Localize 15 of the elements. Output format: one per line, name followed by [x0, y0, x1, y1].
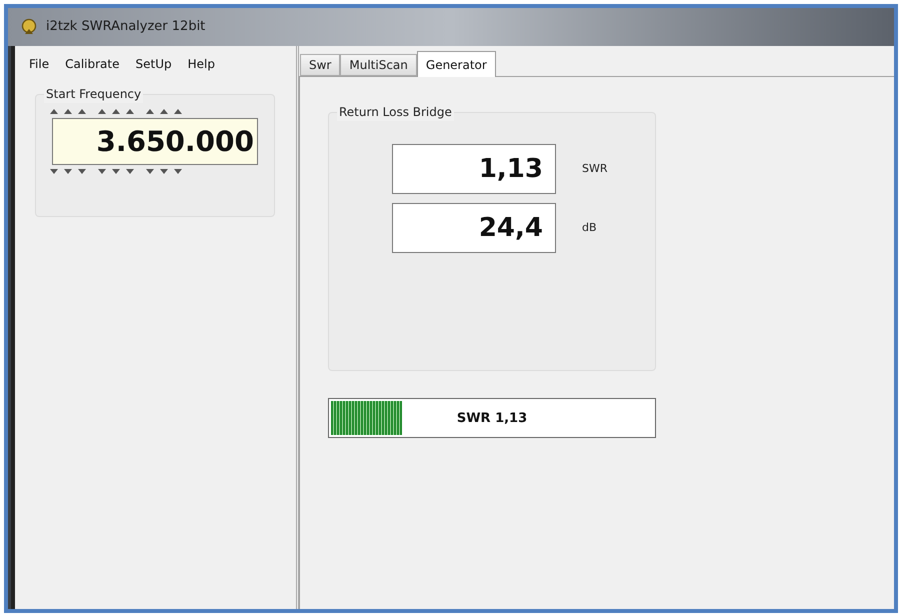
menu-item[interactable]: Calibrate — [59, 52, 126, 76]
menu-item[interactable]: File — [23, 52, 56, 76]
frequency-display[interactable]: 3.650.000 — [52, 118, 258, 165]
app-icon — [20, 18, 38, 36]
window-title: i2tzk SWRAnalyzer 12bit — [46, 18, 206, 36]
tab[interactable]: MultiScan — [340, 54, 417, 76]
tab[interactable]: Generator — [416, 51, 496, 77]
menu-item[interactable]: Help — [182, 52, 221, 76]
unit-label: dB — [582, 220, 597, 236]
tab[interactable]: Swr — [300, 54, 340, 76]
value-display: 24,4 — [392, 203, 556, 253]
swr-reading: SWR 1,13 — [456, 410, 528, 428]
menu-item[interactable]: SetUp — [130, 52, 178, 76]
value-display: 1,13 — [392, 144, 556, 194]
unit-label: SWR — [582, 160, 608, 177]
